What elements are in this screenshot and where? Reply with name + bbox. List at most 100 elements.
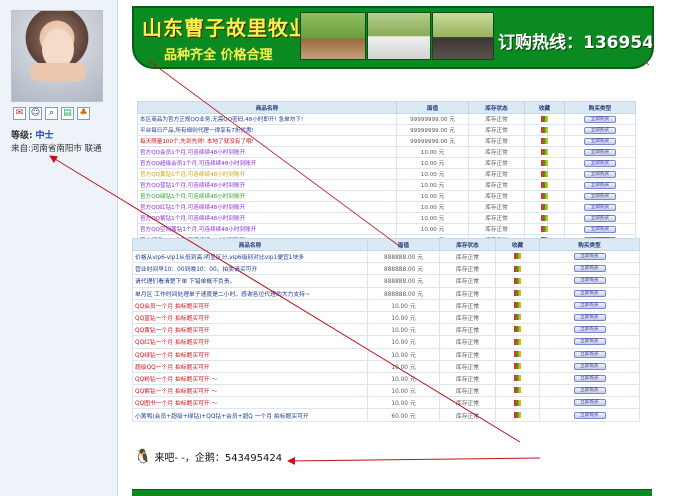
favorite-icon[interactable] bbox=[541, 203, 548, 210]
product-name[interactable]: QQ绿钻一个月 拍标题买可开 bbox=[132, 347, 368, 361]
favorite-icon[interactable] bbox=[514, 326, 521, 333]
table-row: QQ红钻一个月 拍标题买可开 10.00 元库存正常 立即购买 bbox=[132, 335, 640, 349]
product-name[interactable]: 平台每日产品,所有细则代理一律享有7折优惠! bbox=[137, 124, 397, 136]
product-name[interactable]: QQ黄钻一个月 拍标题买可开 bbox=[132, 323, 368, 337]
product-name[interactable]: 超级QQ一个月 拍标题买可开 bbox=[132, 359, 368, 373]
product-name[interactable]: 官方QQ蓝钻1个月,可连续续48小时到账开 bbox=[137, 179, 397, 191]
product-name[interactable]: QQ红钻一个月 拍标题买可开 bbox=[132, 335, 368, 349]
product-name[interactable]: 官方QQ超级会员1个月,可连续续48小时到账开 bbox=[137, 157, 397, 169]
col-buy: 购买类型 bbox=[564, 101, 636, 114]
buy-button[interactable]: 立即购买 bbox=[584, 225, 616, 233]
product-name[interactable]: 官方QQ黄钻1个月,可连续续48小时到账开 bbox=[137, 168, 397, 180]
buy-button[interactable]: 立即购买 bbox=[573, 289, 606, 297]
buy-cell: 立即购买 bbox=[564, 146, 636, 158]
buy-button[interactable]: 立即购买 bbox=[573, 350, 606, 358]
avatar[interactable] bbox=[11, 10, 103, 102]
product-name[interactable]: 价格从vip6-vip1从低到高,明显区分,vip6级别对比vip1便宜1块多 bbox=[132, 249, 368, 264]
buy-button[interactable]: 立即购买 bbox=[573, 338, 606, 346]
stock-status: 库存正常 bbox=[439, 359, 496, 373]
buy-button[interactable]: 立即购买 bbox=[573, 411, 606, 419]
buy-button[interactable]: 立即购买 bbox=[573, 362, 606, 370]
product-name[interactable]: QQ会员一个月 拍标题买可开 bbox=[132, 298, 368, 312]
mail-icon[interactable]: ✉ bbox=[13, 107, 26, 120]
product-name[interactable]: QQ粉钻一个月 拍标题买可开 ～ bbox=[132, 371, 368, 386]
buy-button[interactable]: 立即购买 bbox=[584, 203, 616, 211]
buy-button[interactable]: 立即购买 bbox=[573, 374, 606, 382]
product-name[interactable]: 每天限量100个,先到先得! 本地了就没有了哦! bbox=[137, 135, 397, 147]
favorite-icon[interactable] bbox=[541, 137, 548, 144]
buy-button[interactable]: 立即购买 bbox=[584, 181, 616, 189]
favorite-icon[interactable] bbox=[541, 148, 548, 155]
favorite-cell bbox=[495, 359, 540, 373]
product-name[interactable]: 官方QQ绿钻1个月,可连续续48小时到账开 bbox=[137, 190, 397, 202]
favorite-icon[interactable] bbox=[514, 411, 521, 418]
product-name[interactable]: 小黄鸭(会员+超级+绿钻)+QQ钻+会员+超Q 一个月 拍标题买可开 bbox=[132, 408, 368, 422]
friend-icon[interactable]: ♣ bbox=[77, 107, 90, 120]
banner-hotline: 订购热线：13695471785 bbox=[498, 33, 654, 53]
buy-button[interactable]: 立即购买 bbox=[584, 170, 616, 178]
product-name[interactable]: 单月区 工作时间处理单子速度是二小时。感谢各位代理的大力支持~ bbox=[132, 286, 368, 300]
buy-button[interactable]: 立即购买 bbox=[584, 115, 616, 123]
product-name[interactable]: 官方QQ红钻1个月,可连续续48小时到账开 bbox=[137, 201, 397, 213]
buy-button[interactable]: 立即购买 bbox=[584, 126, 616, 134]
product-name[interactable]: 营业时间早10：00到晚10：00。拍卖请买可开 bbox=[132, 262, 368, 276]
product-name[interactable]: QQ紫钻一个月 拍标题买可开 ～ bbox=[132, 384, 368, 398]
favorite-icon[interactable] bbox=[514, 314, 521, 321]
product-name[interactable]: QQ图书一个月 拍标题买可开 ～ bbox=[132, 396, 368, 410]
favorite-icon[interactable] bbox=[541, 159, 548, 166]
buy-button[interactable]: 立即购买 bbox=[573, 265, 606, 273]
profile-icon[interactable]: ☺ bbox=[29, 107, 42, 120]
product-name[interactable]: 官方QQ会员1个月,可连续续48小时到账开 bbox=[137, 146, 397, 158]
product-name[interactable]: 本区商品为官方正规QQ业务,无需QQ密码,48小时即开! 急单勿下! bbox=[137, 113, 397, 125]
product-price: 10.00 元 bbox=[367, 359, 440, 373]
buy-button[interactable]: 立即购买 bbox=[573, 314, 606, 322]
favorite-icon[interactable] bbox=[514, 265, 521, 272]
buy-button[interactable]: 立即购买 bbox=[584, 159, 616, 167]
buy-button[interactable]: 立即购买 bbox=[573, 387, 606, 395]
favorite-icon[interactable] bbox=[514, 399, 521, 406]
favorite-icon[interactable] bbox=[514, 350, 521, 357]
product-price: 888888.00 元 bbox=[367, 249, 440, 264]
buy-button[interactable]: 立即购买 bbox=[573, 326, 606, 334]
favorite-icon[interactable] bbox=[514, 375, 521, 382]
favorite-icon[interactable] bbox=[541, 192, 548, 199]
product-name[interactable]: QQ蓝钻一个月 拍标题买可开 bbox=[132, 310, 368, 325]
product-price: 888888.00 元 bbox=[367, 286, 440, 300]
favorite-icon[interactable] bbox=[514, 277, 521, 284]
favorite-icon[interactable] bbox=[514, 289, 521, 296]
buy-button[interactable]: 立即购买 bbox=[584, 214, 616, 222]
buy-button[interactable]: 立即购买 bbox=[584, 148, 616, 156]
favorite-icon[interactable] bbox=[541, 115, 548, 122]
favorite-icon[interactable] bbox=[514, 363, 521, 370]
product-price: 60.00 元 bbox=[367, 408, 440, 422]
favorite-icon[interactable] bbox=[541, 181, 548, 188]
search-icon[interactable]: ⌕ bbox=[45, 107, 58, 120]
product-name[interactable]: 官方QQ空间黄钻1个月,可连续续48小时到账开 bbox=[137, 223, 397, 235]
col-fav: 收藏 bbox=[524, 101, 565, 114]
table-row: QQ蓝钻一个月 拍标题买可开 10.00 元库存正常 立即购买 bbox=[132, 310, 640, 325]
favorite-icon[interactable] bbox=[541, 126, 548, 133]
product-name[interactable]: 官方QQ紫钻1个月,可连续续48小时到账开 bbox=[137, 212, 397, 224]
favorite-icon[interactable] bbox=[541, 214, 548, 221]
favorite-cell bbox=[524, 135, 565, 147]
favorite-cell bbox=[495, 286, 540, 300]
buy-button[interactable]: 立即购买 bbox=[573, 399, 606, 407]
buy-button[interactable]: 立即购买 bbox=[573, 277, 606, 285]
product-name[interactable]: 请代理们看清楚下单 下错单概不负责。 bbox=[132, 274, 368, 288]
buy-cell: 立即购买 bbox=[539, 286, 640, 300]
favorite-icon[interactable] bbox=[514, 338, 521, 345]
stock-status: 库存正常 bbox=[439, 371, 496, 386]
buy-button[interactable]: 立即购买 bbox=[584, 192, 616, 200]
pm-icon[interactable]: ▤ bbox=[61, 107, 74, 120]
favorite-icon[interactable] bbox=[514, 387, 521, 394]
favorite-icon[interactable] bbox=[541, 225, 548, 232]
expand-icon[interactable]: ✕ bbox=[642, 58, 650, 69]
buy-button[interactable]: 立即购买 bbox=[573, 301, 606, 309]
favorite-icon[interactable] bbox=[541, 170, 548, 177]
favorite-icon[interactable] bbox=[514, 302, 521, 309]
buy-cell: 立即购买 bbox=[564, 157, 636, 169]
favorite-icon[interactable] bbox=[514, 253, 521, 260]
buy-button[interactable]: 立即购买 bbox=[584, 137, 616, 145]
buy-button[interactable]: 立即购买 bbox=[573, 253, 606, 261]
buy-cell: 立即购买 bbox=[564, 190, 636, 202]
